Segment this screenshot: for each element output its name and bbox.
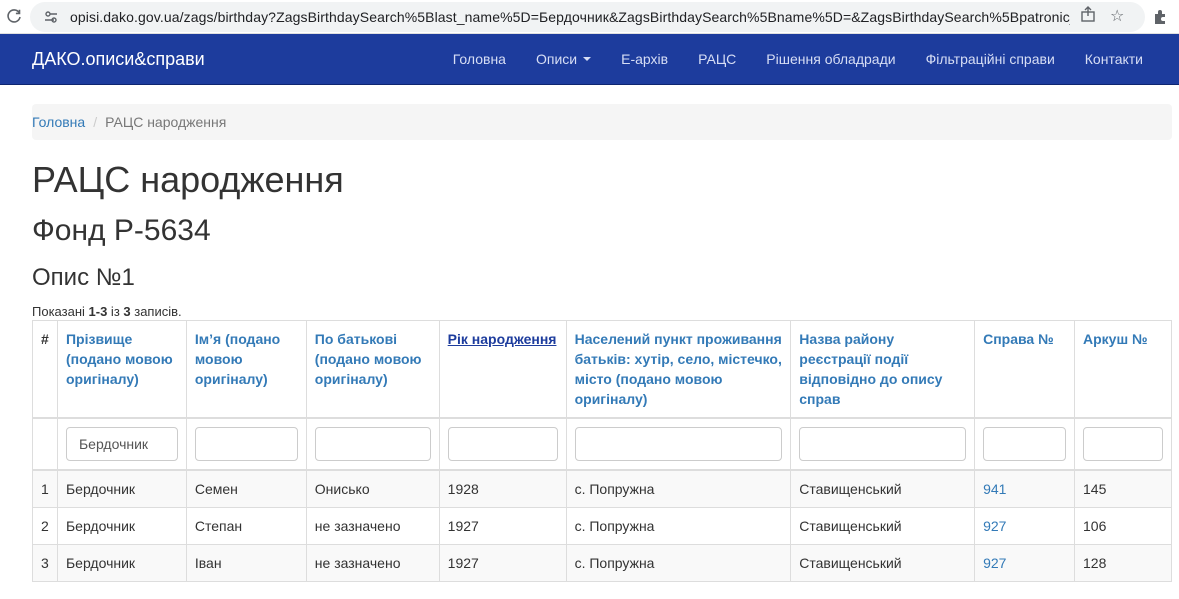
filter-last-name-input[interactable] <box>65 427 178 461</box>
nav-item-opysy-label: Описи <box>535 51 578 67</box>
cell-name: Семен <box>185 469 307 508</box>
brand-link[interactable]: ДАКО.описи&справи <box>32 49 205 70</box>
filter-cell <box>790 417 976 471</box>
summary-mid: із <box>107 304 124 319</box>
browser-toolbar: opisi.dako.gov.ua/zags/birthday?ZagsBirt… <box>0 0 1179 34</box>
cell-name: Іван <box>185 544 307 582</box>
birth-records-table: # Прізвище (подано мовою оригіналу) Ім’я… <box>32 320 1172 582</box>
table-row: 2 Бердочник Степан не зазначено 1927 с. … <box>32 507 1172 545</box>
cell-district: Ставищенський <box>790 469 976 508</box>
filter-case-input[interactable] <box>983 427 1066 461</box>
opys-heading: Опис №1 <box>32 264 135 291</box>
filter-district-input[interactable] <box>799 427 967 461</box>
table-header-row: # Прізвище (подано мовою оригіналу) Ім’я… <box>32 320 1172 419</box>
cell-number: 1 <box>32 469 58 508</box>
cell-district: Ставищенський <box>790 544 976 582</box>
cell-last-name: Бердочник <box>56 544 187 582</box>
filter-sheet-input[interactable] <box>1083 427 1163 461</box>
cell-name: Степан <box>185 507 307 545</box>
cell-last-name: Бердочник <box>56 469 187 508</box>
filter-cell <box>185 417 307 471</box>
table-row: 3 Бердочник Іван не зазначено 1927 с. По… <box>32 544 1172 582</box>
filter-place-input[interactable] <box>574 427 783 461</box>
cell-case: 941 <box>974 469 1075 508</box>
cell-place: с. Попружна <box>565 544 792 582</box>
summary-prefix: Показані <box>32 304 89 319</box>
col-header-patronic[interactable]: По батькові (подано мовою оригіналу) <box>305 320 440 419</box>
filter-cell-empty <box>32 417 58 471</box>
cell-birth-year: 1927 <box>438 544 567 582</box>
nav-item-filtration[interactable]: Фільтраційні справи <box>911 51 1070 67</box>
cell-patronic: не зазначено <box>305 507 440 545</box>
filter-cell <box>305 417 440 471</box>
nav-item-home[interactable]: Головна <box>438 51 521 67</box>
col-header-sheet[interactable]: Аркуш № <box>1074 320 1172 419</box>
cell-place: с. Попружна <box>565 507 792 545</box>
cell-number: 2 <box>32 507 58 545</box>
cell-patronic: не зазначено <box>305 544 440 582</box>
cell-sheet: 145 <box>1074 469 1172 508</box>
breadcrumb-separator: / <box>93 114 98 130</box>
col-header-name[interactable]: Ім’я (подано мовою оригіналу) <box>185 320 307 419</box>
cell-number: 3 <box>32 544 58 582</box>
page-title: РАЦС народження <box>32 159 344 200</box>
filter-cell <box>438 417 567 471</box>
cell-birth-year: 1928 <box>438 469 567 508</box>
cell-place: с. Попружна <box>565 469 792 508</box>
fond-heading: Фонд Р-5634 <box>32 214 211 247</box>
col-header-number: # <box>32 320 58 419</box>
cell-last-name: Бердочник <box>56 507 187 545</box>
col-header-last-name[interactable]: Прізвище (подано мовою оригіналу) <box>56 320 187 419</box>
col-header-district[interactable]: Назва району реєстрації події відповідно… <box>790 320 976 419</box>
summary-suffix: записів. <box>130 304 182 319</box>
case-link[interactable]: 941 <box>983 481 1006 497</box>
cell-patronic: Онисько <box>305 469 440 508</box>
table-row: 1 Бердочник Семен Онисько 1928 с. Попруж… <box>32 469 1172 508</box>
nav-item-e-archive[interactable]: Е-архів <box>606 51 683 67</box>
bookmark-star-icon[interactable]: ☆ <box>1110 6 1124 27</box>
extensions-puzzle-icon[interactable] <box>1145 9 1175 25</box>
caret-down-icon <box>583 57 592 61</box>
breadcrumb-home-link[interactable]: Головна <box>32 114 85 130</box>
col-header-place[interactable]: Населений пункт проживання батьків: хуті… <box>565 320 792 419</box>
nav-item-decisions[interactable]: Рішення обладради <box>751 51 910 67</box>
share-icon[interactable] <box>1080 6 1096 27</box>
cell-case: 927 <box>974 507 1075 545</box>
cell-district: Ставищенський <box>790 507 976 545</box>
cell-case: 927 <box>974 544 1075 582</box>
nav-item-opysy-dropdown[interactable]: Описи <box>521 51 606 67</box>
site-navbar: ДАКО.описи&справи Головна Описи Е-архів … <box>0 34 1179 85</box>
filter-row <box>32 417 1172 471</box>
sort-birth-year-link[interactable]: Рік народження <box>448 331 557 347</box>
case-link[interactable]: 927 <box>983 555 1006 571</box>
url-text: opisi.dako.gov.ua/zags/birthday?ZagsBirt… <box>70 8 1070 25</box>
case-link[interactable]: 927 <box>983 518 1006 534</box>
filter-cell <box>974 417 1075 471</box>
filter-cell <box>56 417 187 471</box>
summary-total: 3 <box>123 304 131 319</box>
results-summary: Показані 1-3 із 3 записів. <box>32 304 1179 320</box>
filter-cell <box>565 417 792 471</box>
site-info-icon[interactable] <box>40 6 62 28</box>
nav-item-contacts[interactable]: Контакти <box>1070 51 1158 67</box>
filter-year-input[interactable] <box>447 427 558 461</box>
reload-icon[interactable] <box>0 3 28 31</box>
nav-menu: Головна Описи Е-архів РАЦС Рішення облад… <box>438 51 1158 67</box>
col-header-birth-year[interactable]: Рік народження <box>438 320 567 419</box>
address-bar[interactable]: opisi.dako.gov.ua/zags/birthday?ZagsBirt… <box>30 1 1145 32</box>
cell-birth-year: 1927 <box>438 507 567 545</box>
filter-cell <box>1074 417 1172 471</box>
filter-patronic-input[interactable] <box>314 427 431 461</box>
filter-name-input[interactable] <box>194 427 298 461</box>
cell-sheet: 106 <box>1074 507 1172 545</box>
nav-item-ratss[interactable]: РАЦС <box>683 51 751 67</box>
summary-range: 1-3 <box>88 304 108 319</box>
col-header-case[interactable]: Справа № <box>974 320 1075 419</box>
breadcrumb: Головна / РАЦС народження <box>32 104 1172 140</box>
breadcrumb-current: РАЦС народження <box>105 114 227 130</box>
cell-sheet: 128 <box>1074 544 1172 582</box>
